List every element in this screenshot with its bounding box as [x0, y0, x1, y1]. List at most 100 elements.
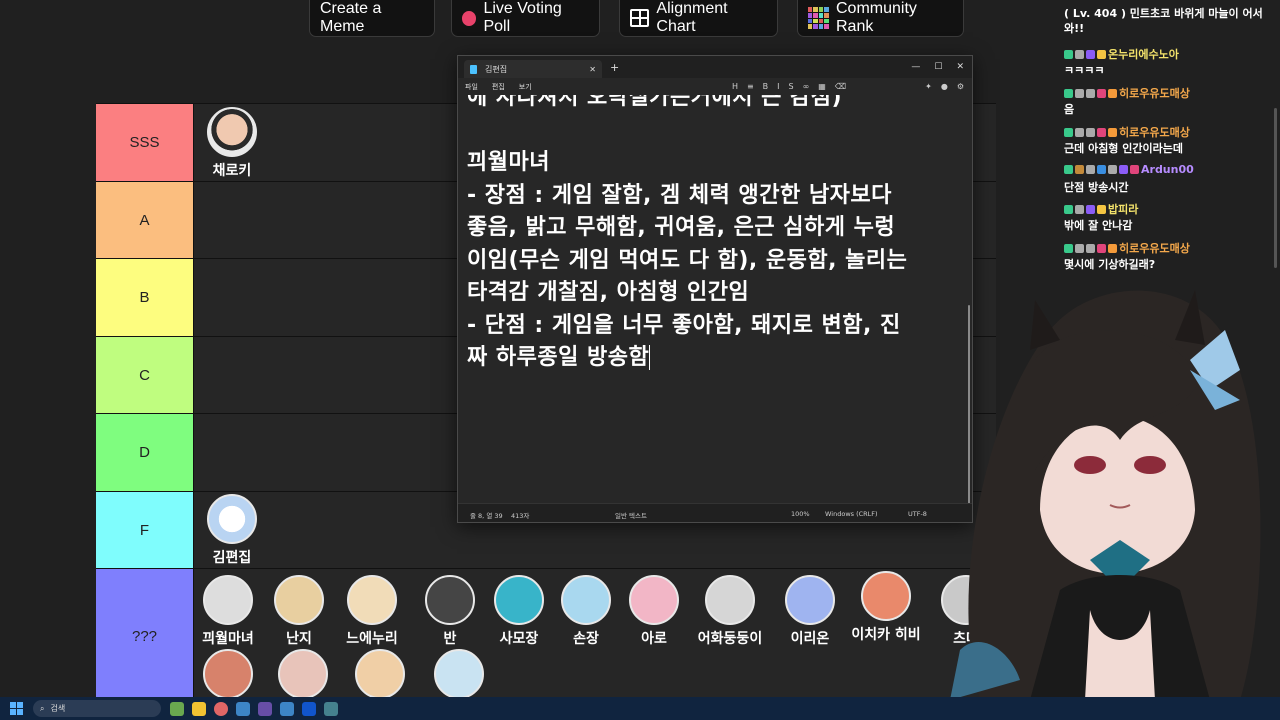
- tier-member-card[interactable]: 이리온: [772, 575, 848, 648]
- tier-member-card[interactable]: 손장: [548, 575, 624, 648]
- copilot-icon[interactable]: ✦: [925, 82, 932, 91]
- tier-member-card[interactable]: 김편집: [194, 494, 270, 567]
- minimize-icon[interactable]: —: [911, 62, 920, 72]
- maximize-icon[interactable]: ☐: [934, 62, 942, 72]
- encoding: UTF-8: [908, 510, 927, 518]
- tier-member-card[interactable]: 아로: [616, 575, 692, 648]
- chat-message-text: 단점 방송시간: [1064, 181, 1129, 194]
- windows-start-icon[interactable]: [10, 702, 23, 715]
- stream-screen: Create a Meme Live Voting Poll Alignment…: [0, 0, 1280, 720]
- notepad-tab[interactable]: 김편집 ✕: [464, 60, 602, 78]
- avatar: [561, 575, 611, 625]
- text-line: 짜 하루종일 방송함: [467, 345, 651, 370]
- avatar: [861, 571, 911, 621]
- vscode-icon[interactable]: [258, 701, 272, 716]
- vtuber-avatar: [950, 290, 1261, 700]
- menu-view[interactable]: 보기: [519, 82, 532, 92]
- tier-member-card[interactable]: 느에누리: [334, 575, 410, 648]
- chat-username: 히로우유도매상: [1064, 124, 1190, 140]
- avatar: [203, 649, 253, 699]
- tier-label-unranked[interactable]: ???: [96, 569, 194, 703]
- grid-icon: [630, 9, 650, 27]
- menu-edit[interactable]: 편집: [492, 82, 505, 92]
- tier-member-card[interactable]: [265, 649, 341, 699]
- widget-icon[interactable]: [170, 701, 184, 716]
- heading-icon[interactable]: H: [732, 82, 738, 91]
- tier-member-name: 아로: [641, 631, 667, 647]
- avatar: [785, 575, 835, 625]
- document-icon: [470, 64, 477, 74]
- format-toolbar: H ≡ B I S ∞ ▦ ⌫ ✦ ● ⚙: [732, 82, 972, 91]
- tier-member-card[interactable]: 이치카 히비: [848, 571, 924, 644]
- text-line: [467, 115, 963, 148]
- avatar: [629, 575, 679, 625]
- table-icon[interactable]: ▦: [818, 82, 826, 91]
- menu-file[interactable]: 파일: [465, 82, 478, 92]
- list-icon[interactable]: ≡: [747, 82, 754, 91]
- tier-member-card[interactable]: 채로키: [194, 107, 270, 180]
- tier-member-name: 이리온: [790, 631, 830, 647]
- text-line: 좋음, 밝고 무해함, 귀여움, 은근 심하게 누렁: [467, 215, 896, 240]
- tier-label-b[interactable]: B: [96, 259, 194, 336]
- avatar: [347, 575, 397, 625]
- tier-label-f[interactable]: F: [96, 492, 194, 568]
- create-meme-button[interactable]: Create a Meme: [309, 0, 435, 37]
- avatar: [425, 575, 475, 625]
- chat-panel: ( Lv. 404 ) 민트초코 바위게 마늘이 어서 와!! 온누리에수노아 …: [1062, 0, 1280, 290]
- account-icon[interactable]: ●: [941, 82, 948, 91]
- app-icon[interactable]: [280, 701, 294, 716]
- notepad-text: 에 사라져서 오락실가는거에서 큰 감점) 끠월마녀 - 장점 : 게임 잘함,…: [467, 95, 963, 375]
- avatar: [207, 107, 257, 157]
- alignment-chart-button[interactable]: Alignment Chart: [619, 0, 778, 37]
- italic-icon[interactable]: I: [777, 82, 779, 91]
- tier-label-a[interactable]: A: [96, 182, 194, 258]
- text-line: 끠월마녀: [467, 150, 550, 175]
- tier-member-name: 김편집: [212, 550, 252, 566]
- tier-member-card[interactable]: 난지: [261, 575, 337, 648]
- text-line: 이임(무슨 게임 먹여도 다 함), 운동함, 놀리는: [467, 247, 908, 273]
- notepad-window: 김편집 ✕ + — ☐ ✕ 파일 편집 보기 H ≡ B I S ∞ ▦ ⌫ ✦…: [457, 55, 973, 523]
- community-rank-button[interactable]: Community Rank: [797, 0, 964, 37]
- chat-username: 밥피라: [1064, 201, 1138, 217]
- tier-items-unranked[interactable]: 끠월마녀 난지 느에누리 반 사모장 손장 아로 어화둥둥이 이리온 이치카 히…: [194, 569, 996, 703]
- chrome-icon[interactable]: [214, 701, 228, 716]
- tier-label-sss[interactable]: SSS: [96, 104, 194, 181]
- notepad-app-icon[interactable]: [324, 701, 338, 716]
- zoom-level[interactable]: 100%: [791, 510, 810, 518]
- text-line: - 단점 : 게임을 너무 좋아함, 돼지로 변함, 진: [467, 312, 901, 338]
- new-tab-icon[interactable]: +: [610, 61, 619, 74]
- tier-label-d[interactable]: D: [96, 414, 194, 491]
- text-line: 타격감 개찰짐, 아침형 인간임: [467, 280, 750, 305]
- tier-member-card[interactable]: 반: [412, 575, 488, 648]
- search-placeholder: 검색: [50, 704, 66, 713]
- tier-member-card[interactable]: 사모장: [481, 575, 557, 648]
- bold-icon[interactable]: B: [763, 82, 769, 91]
- tier-member-card[interactable]: 끠월마녀: [190, 575, 266, 648]
- taskbar-search[interactable]: ⌕ 검색: [33, 700, 161, 717]
- tier-member-card[interactable]: [421, 649, 497, 699]
- notepad-titlebar: 김편집 ✕ + — ☐ ✕: [458, 56, 972, 78]
- tier-member-card[interactable]: [342, 649, 418, 699]
- link-icon[interactable]: ∞: [803, 82, 810, 91]
- clear-format-icon[interactable]: ⌫: [835, 82, 846, 91]
- tier-member-card[interactable]: [190, 649, 266, 699]
- search-icon: ⌕: [40, 703, 45, 713]
- settings-icon[interactable]: ⚙: [957, 82, 964, 91]
- edge-icon[interactable]: [236, 701, 250, 716]
- tier-label-c[interactable]: C: [96, 337, 194, 413]
- tier-member-card[interactable]: 어화둥둥이: [692, 575, 768, 648]
- chat-message-text: ( Lv. 404 ) 민트초코 바위게 마늘이 어서 와!!: [1064, 7, 1263, 35]
- app-icon[interactable]: [302, 701, 316, 716]
- notepad-editor[interactable]: 에 사라져서 오락실가는거에서 큰 감점) 끠월마녀 - 장점 : 게임 잘함,…: [458, 95, 972, 503]
- notepad-statusbar: 줄 8, 열 39 413자 일반 텍스트 100% Windows (CRLF…: [458, 503, 972, 522]
- avatar: [274, 575, 324, 625]
- file-explorer-icon[interactable]: [192, 701, 206, 716]
- chat-message-text: 밖에 잘 안나감: [1064, 219, 1133, 232]
- taskbar-apps: [170, 701, 338, 716]
- close-tab-icon[interactable]: ✕: [589, 65, 596, 74]
- chat-scrollbar[interactable]: [1274, 108, 1277, 268]
- live-voting-poll-button[interactable]: Live Voting Poll: [451, 0, 600, 37]
- strikethrough-icon[interactable]: S: [789, 82, 794, 91]
- notepad-menubar: 파일 편집 보기 H ≡ B I S ∞ ▦ ⌫ ✦ ● ⚙: [458, 78, 972, 95]
- close-icon[interactable]: ✕: [956, 62, 964, 72]
